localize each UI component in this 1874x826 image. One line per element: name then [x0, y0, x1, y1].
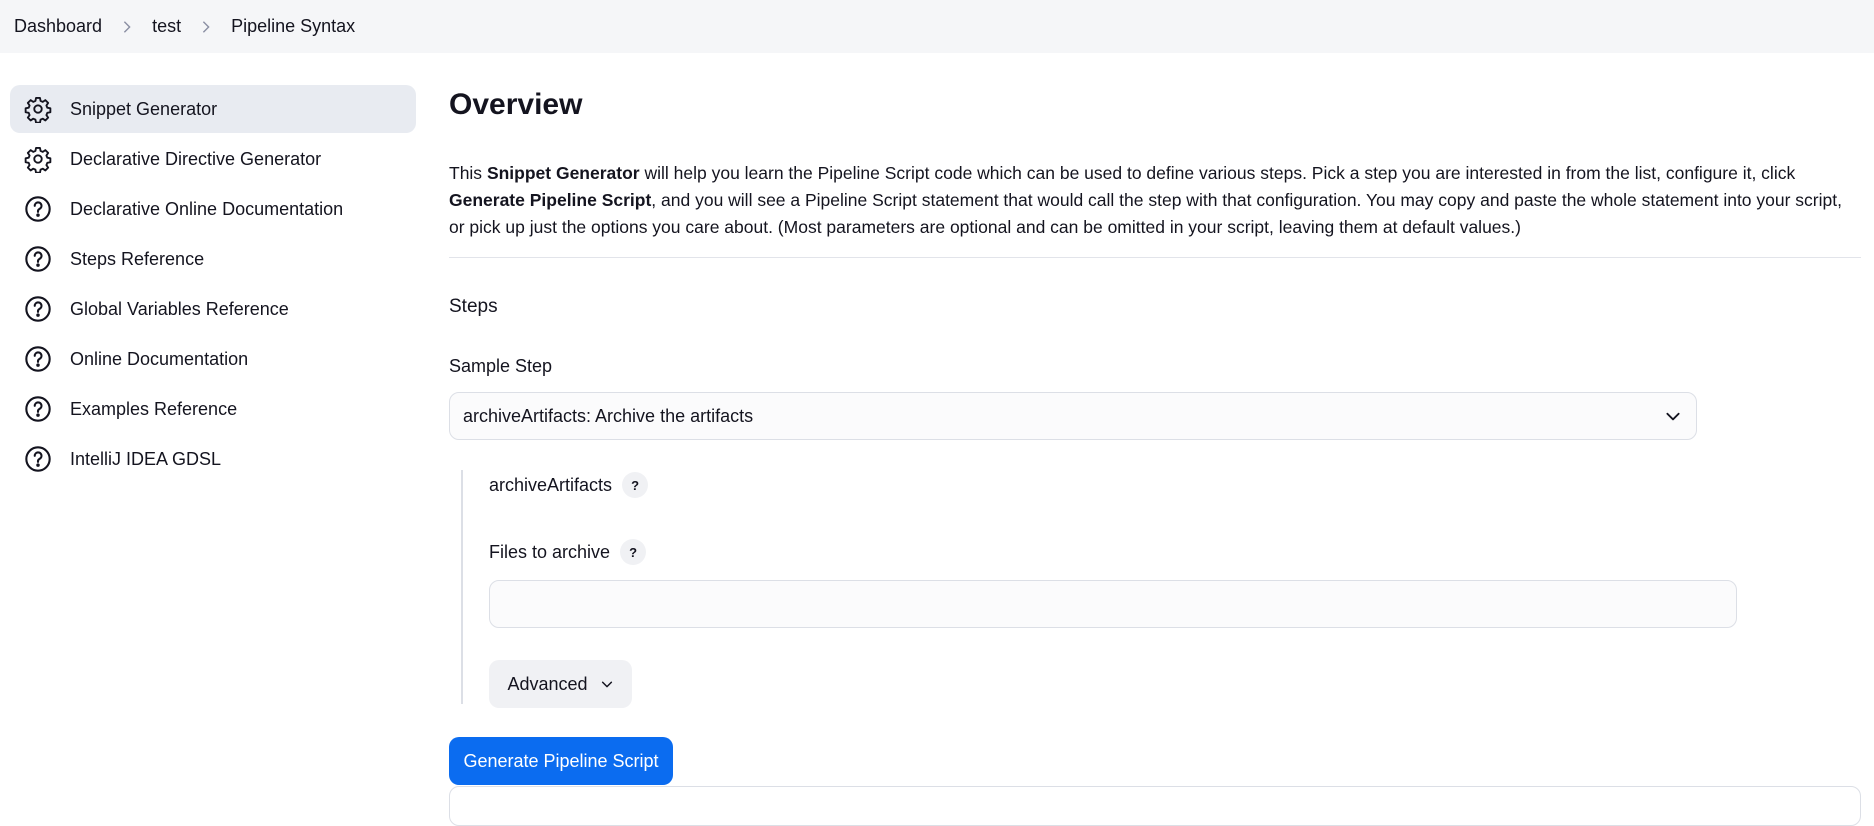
sidebar-item-declarative-online-documentation[interactable]: Declarative Online Documentation: [10, 185, 416, 233]
breadcrumb-test[interactable]: test: [152, 16, 181, 37]
sample-step-value: archiveArtifacts: Archive the artifacts: [463, 405, 754, 426]
steps-section-title: Steps: [449, 296, 498, 317]
breadcrumb-dashboard[interactable]: Dashboard: [14, 16, 102, 37]
advanced-button[interactable]: Advanced: [489, 660, 632, 708]
sidebar-item-label: Declarative Online Documentation: [70, 198, 344, 219]
sidebar-item-label: Global Variables Reference: [70, 298, 289, 319]
page-title: Overview: [449, 88, 583, 121]
main-content: Overview This Snippet Generator will hel…: [449, 80, 1861, 785]
sidebar-item-label: Steps Reference: [70, 248, 205, 269]
help-circle-icon: [24, 195, 52, 223]
breadcrumb-pipeline-syntax[interactable]: Pipeline Syntax: [231, 16, 355, 37]
sidebar-item-label: Snippet Generator: [70, 98, 218, 119]
advanced-label: Advanced: [507, 673, 588, 694]
files-to-archive-input[interactable]: [489, 580, 1737, 628]
chevron-right-icon: [199, 20, 213, 34]
sidebar: Snippet Generator Declarative Directive …: [10, 85, 416, 485]
sidebar-item-declarative-directive-generator[interactable]: Declarative Directive Generator: [10, 135, 416, 183]
sidebar-item-online-documentation[interactable]: Online Documentation: [10, 335, 416, 383]
step-name-row: archiveArtifacts ?: [489, 470, 1751, 498]
chevron-down-icon: [601, 681, 612, 688]
step-name: archiveArtifacts: [489, 474, 613, 495]
sidebar-item-label: IntelliJ IDEA GDSL: [70, 448, 222, 469]
generated-script-output[interactable]: [449, 786, 1861, 826]
help-button[interactable]: ?: [620, 539, 647, 565]
chevron-right-icon: [120, 20, 134, 34]
gear-icon: [24, 95, 52, 123]
help-circle-icon: [24, 395, 52, 423]
sample-step-label: Sample Step: [449, 356, 553, 376]
sample-step-select[interactable]: archiveArtifacts: Archive the artifacts: [449, 392, 1697, 440]
step-config-block: archiveArtifacts ? Files to archive ? Ad…: [461, 470, 1751, 708]
sidebar-item-snippet-generator[interactable]: Snippet Generator: [10, 85, 416, 133]
sidebar-item-label: Examples Reference: [70, 398, 238, 419]
sidebar-item-steps-reference[interactable]: Steps Reference: [10, 235, 416, 283]
gear-icon: [24, 145, 52, 173]
help-circle-icon: [24, 295, 52, 323]
generate-pipeline-script-button[interactable]: Generate Pipeline Script: [449, 737, 673, 785]
sidebar-item-intellij-idea-gdsl[interactable]: IntelliJ IDEA GDSL: [10, 435, 416, 483]
sidebar-item-examples-reference[interactable]: Examples Reference: [10, 385, 416, 433]
sidebar-item-label: Declarative Directive Generator: [70, 148, 322, 169]
help-button[interactable]: ?: [622, 472, 649, 498]
sidebar-item-global-variables-reference[interactable]: Global Variables Reference: [10, 285, 416, 333]
chevron-down-icon: [1666, 412, 1680, 421]
help-circle-icon: [24, 445, 52, 473]
help-circle-icon: [24, 345, 52, 373]
breadcrumb: Dashboard test Pipeline Syntax: [0, 0, 1874, 53]
sidebar-item-label: Online Documentation: [70, 348, 249, 369]
files-to-archive-row: Files to archive ?: [489, 538, 1751, 566]
help-circle-icon: [24, 245, 52, 273]
files-to-archive-label: Files to archive: [489, 541, 611, 562]
overview-text: This Snippet Generator will help you lea…: [449, 160, 1861, 258]
